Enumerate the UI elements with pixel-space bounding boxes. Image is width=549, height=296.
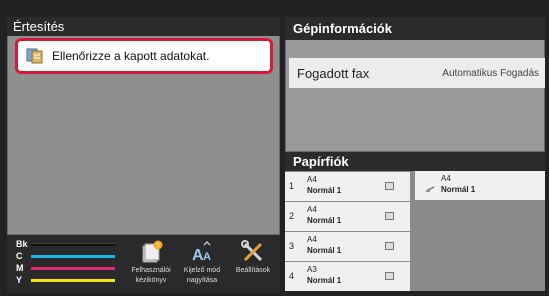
tray-icon bbox=[385, 182, 394, 190]
tray-number: 3 bbox=[289, 241, 295, 251]
user-manual-button[interactable]: ? Felhasználói kézikönyv bbox=[127, 240, 175, 292]
tray-icon bbox=[385, 212, 394, 220]
tray-paper-size: A4 bbox=[307, 235, 317, 244]
svg-text:A: A bbox=[203, 251, 211, 263]
tray-icon bbox=[385, 272, 394, 280]
received-fax-label: Fogadott fax bbox=[297, 65, 370, 81]
display-zoom-button[interactable]: A A Kijelző mód nagyítása bbox=[178, 240, 226, 292]
bypass-tray-icon bbox=[425, 180, 435, 192]
display-zoom-label-line1: Kijelző mód bbox=[183, 267, 221, 274]
toner-label-m: M bbox=[16, 263, 24, 273]
tray-paper-type: Normál 1 bbox=[307, 186, 342, 195]
toner-bar-bk bbox=[31, 243, 115, 246]
tray-paper-size: A3 bbox=[307, 265, 317, 274]
user-manual-icon: ? bbox=[127, 240, 175, 264]
display-zoom-icon: A A bbox=[178, 240, 226, 264]
notification-message-text: Ellenőrizze a kapott adatokat. bbox=[52, 49, 210, 63]
tools-icon bbox=[229, 240, 277, 264]
tray-number: 2 bbox=[289, 211, 295, 221]
notification-panel-title: Értesítés bbox=[7, 17, 280, 36]
toner-row-y: Y bbox=[13, 275, 119, 286]
received-fax-value: Automatikus Fogadás bbox=[442, 67, 539, 79]
toner-row-m: M bbox=[13, 263, 119, 274]
tray-item[interactable]: 2 A4 Normál 1 bbox=[285, 202, 410, 231]
toner-row-bk: Bk bbox=[13, 239, 119, 250]
toner-levels: Bk C M Y bbox=[13, 238, 119, 290]
toner-label-y: Y bbox=[16, 275, 23, 285]
tray-number: 1 bbox=[289, 181, 295, 191]
bypass-paper-type: Normál 1 bbox=[441, 185, 476, 194]
toner-bar-m bbox=[31, 267, 115, 270]
home-screen: Értesítés Ellenőrizze a kapott adatokat.… bbox=[0, 0, 549, 296]
display-zoom-label-line2: nagyítása bbox=[186, 277, 218, 284]
settings-label: Beállítások bbox=[235, 267, 271, 274]
tray-paper-type: Normál 1 bbox=[307, 276, 342, 285]
settings-button[interactable]: Beállítások bbox=[229, 240, 277, 292]
svg-text:?: ? bbox=[156, 243, 160, 250]
tray-item[interactable]: 3 A4 Normál 1 bbox=[285, 232, 410, 261]
document-check-icon bbox=[26, 48, 44, 64]
tray-paper-type: Normál 1 bbox=[307, 246, 342, 255]
tray-item[interactable]: 4 A3 Normál 1 bbox=[285, 262, 410, 291]
notification-message-item[interactable]: Ellenőrizze a kapott adatokat. bbox=[15, 38, 273, 74]
toner-label-c: C bbox=[16, 251, 23, 261]
toner-row-c: C bbox=[13, 251, 119, 262]
received-fax-row[interactable]: Fogadott fax Automatikus Fogadás bbox=[289, 58, 545, 88]
paper-trays-title: Papírfiók bbox=[285, 152, 545, 171]
tray-paper-size: A4 bbox=[307, 205, 317, 214]
user-manual-label-line2: kézikönyv bbox=[135, 277, 167, 284]
tray-number: 4 bbox=[289, 271, 295, 281]
tray-item[interactable]: 1 A4 Normál 1 bbox=[285, 172, 410, 201]
user-manual-label-line1: Felhasználói bbox=[131, 267, 171, 274]
tray-paper-type: Normál 1 bbox=[307, 216, 342, 225]
toner-label-bk: Bk bbox=[16, 239, 28, 249]
toner-bar-c bbox=[31, 255, 115, 258]
tray-paper-size: A4 bbox=[307, 175, 317, 184]
bypass-tray-item[interactable]: A4 Normál 1 bbox=[415, 171, 545, 200]
machine-info-title: Gépinformációk bbox=[285, 17, 545, 40]
bypass-paper-size: A4 bbox=[441, 174, 451, 183]
tray-icon bbox=[385, 242, 394, 250]
toner-bar-y bbox=[31, 279, 115, 282]
